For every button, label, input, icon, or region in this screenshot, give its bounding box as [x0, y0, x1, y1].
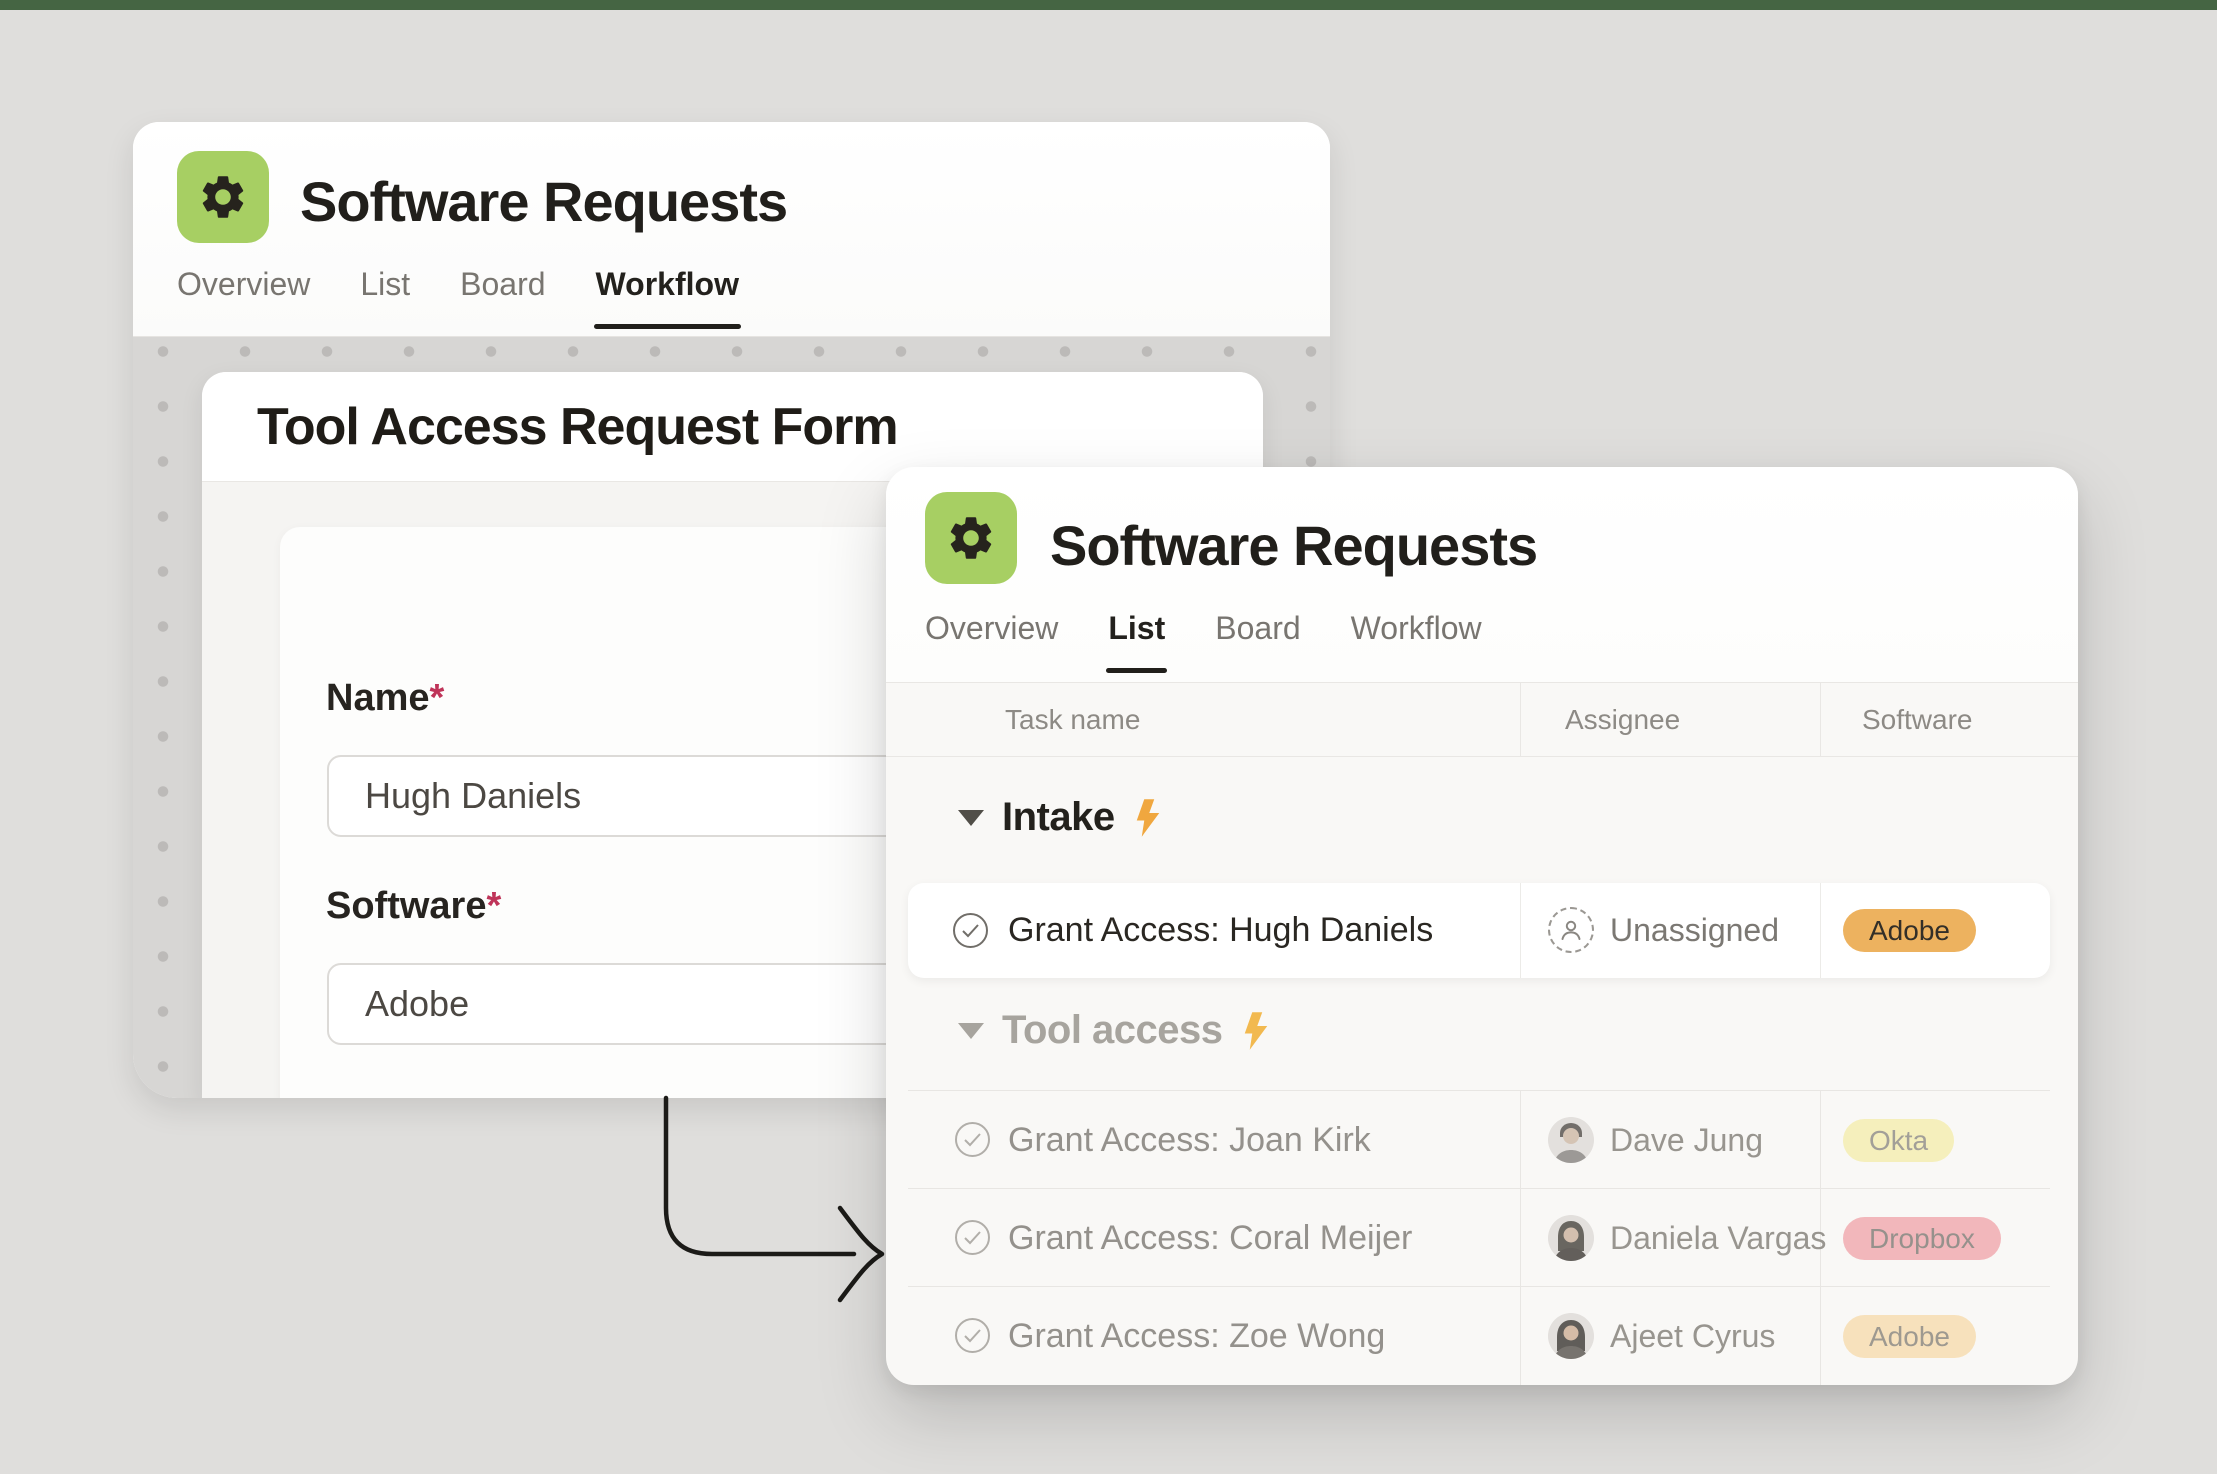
task-row-highlighted[interactable]: Grant Access: Hugh Daniels Unassigned Ad…: [908, 883, 2050, 978]
section-header-tool-access[interactable]: Tool access: [958, 1008, 1271, 1053]
column-header-task-name[interactable]: Task name: [1005, 683, 1140, 757]
tab-board[interactable]: Board: [1215, 610, 1300, 673]
assignee-name: Unassigned: [1610, 912, 1779, 948]
tab-workflow[interactable]: Workflow: [593, 266, 742, 329]
avatar: [1548, 1313, 1594, 1359]
tab-overview[interactable]: Overview: [925, 610, 1058, 673]
gear-icon: [177, 151, 269, 243]
chevron-down-icon[interactable]: [958, 809, 984, 826]
check-circle-icon[interactable]: [954, 1317, 991, 1354]
task-row[interactable]: Grant Access: Zoe Wong Ajeet Cyrus Adobe: [908, 1286, 2050, 1385]
chevron-down-icon[interactable]: [958, 1022, 984, 1039]
lightning-bolt-icon: [1133, 798, 1163, 838]
tab-list[interactable]: List: [360, 266, 410, 329]
task-row[interactable]: Grant Access: Coral Meijer Daniela Varga…: [908, 1188, 2050, 1286]
section-name: Tool access: [1002, 1008, 1223, 1052]
column-divider: [1520, 683, 1521, 757]
avatar: [1548, 1117, 1594, 1163]
workflow-card-tabs: Overview List Board Workflow: [177, 266, 742, 329]
form-title: Tool Access Request Form: [257, 398, 899, 456]
assignee-name: Dave Jung: [1610, 1122, 1763, 1158]
column-header-assignee[interactable]: Assignee: [1565, 683, 1680, 757]
assignee-name: Ajeet Cyrus: [1610, 1318, 1776, 1354]
column-divider: [1820, 883, 1821, 978]
page-title: Software Requests: [1050, 514, 1538, 577]
top-accent-bar: [0, 0, 2217, 10]
gear-icon: [925, 492, 1017, 584]
task-name[interactable]: Grant Access: Hugh Daniels: [1008, 883, 1433, 978]
page-title: Software Requests: [300, 170, 788, 233]
tab-overview[interactable]: Overview: [177, 266, 310, 329]
list-card-tabs: Overview List Board Workflow: [925, 610, 1482, 673]
workflow-card-header: Software Requests Overview List Board Wo…: [133, 122, 1330, 337]
form-header: Tool Access Request Form: [202, 372, 1263, 482]
software-badge[interactable]: Adobe: [1843, 1315, 1976, 1358]
section-header-intake[interactable]: Intake: [958, 795, 1163, 840]
check-circle-icon[interactable]: [952, 912, 989, 949]
tab-workflow[interactable]: Workflow: [1351, 610, 1482, 673]
task-name[interactable]: Grant Access: Zoe Wong: [1008, 1287, 1385, 1385]
required-asterisk: *: [429, 677, 445, 719]
list-card: Software Requests Overview List Board Wo…: [886, 467, 2078, 1385]
required-asterisk: *: [486, 885, 502, 927]
software-badge[interactable]: Okta: [1843, 1119, 1955, 1162]
name-field-label: Name*: [326, 677, 445, 719]
lightning-bolt-icon: [1241, 1011, 1271, 1051]
check-circle-icon[interactable]: [954, 1219, 991, 1256]
task-name[interactable]: Grant Access: Joan Kirk: [1008, 1091, 1371, 1189]
column-divider: [1820, 683, 1821, 757]
software-field-label: Software*: [326, 885, 502, 927]
column-header-software[interactable]: Software: [1862, 683, 1973, 757]
tab-list[interactable]: List: [1106, 610, 1168, 673]
unassigned-avatar-icon[interactable]: [1548, 907, 1594, 953]
section-name: Intake: [1002, 795, 1115, 839]
task-table: Task name Assignee Software Intake Grant…: [886, 683, 2078, 1385]
list-card-header: Software Requests Overview List Board Wo…: [886, 467, 2078, 683]
task-row[interactable]: Grant Access: Joan Kirk Dave Jung Okta: [908, 1090, 2050, 1188]
page: Software Requests Overview List Board Wo…: [0, 0, 2217, 1474]
table-header-row: Task name Assignee Software: [886, 683, 2078, 757]
avatar: [1548, 1215, 1594, 1261]
software-badge[interactable]: Adobe: [1843, 909, 1976, 952]
task-name[interactable]: Grant Access: Coral Meijer: [1008, 1189, 1412, 1287]
tab-board[interactable]: Board: [460, 266, 545, 329]
column-divider: [1520, 883, 1521, 978]
software-badge[interactable]: Dropbox: [1843, 1217, 2001, 1260]
check-circle-icon[interactable]: [954, 1121, 991, 1158]
assignee-name: Daniela Vargas: [1610, 1220, 1827, 1256]
